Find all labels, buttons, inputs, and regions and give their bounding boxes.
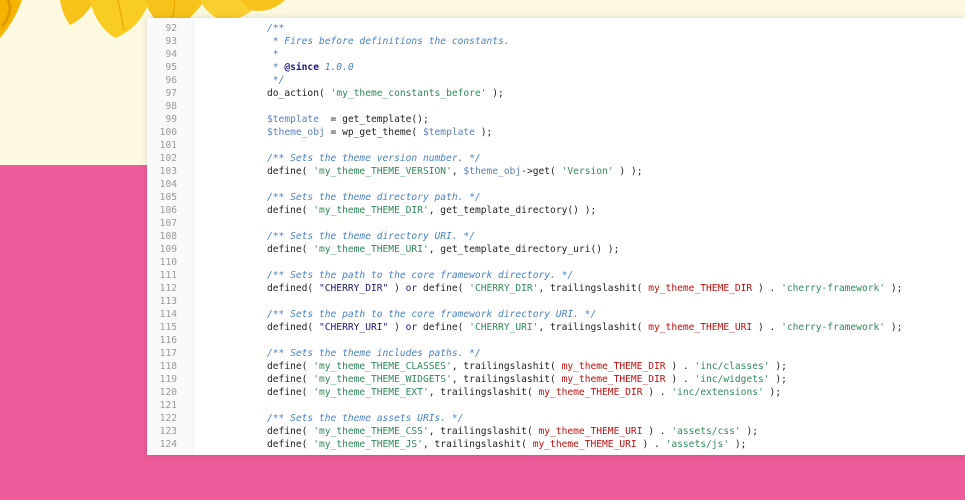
- code-text: defined( "CHERRY_DIR" ) or define( 'CHER…: [267, 283, 903, 294]
- code-line: 116: [147, 334, 965, 347]
- code-line: 119 define( 'my_theme_THEME_WIDGETS', tra…: [147, 373, 965, 386]
- code-line: 107: [147, 217, 965, 230]
- line-number: 101: [159, 140, 177, 151]
- code-line: 95 * @since 1.0.0: [147, 61, 965, 74]
- code-text: /** Sets the path to the core framework …: [267, 309, 597, 320]
- line-number: 100: [159, 127, 177, 138]
- line-number: 103: [159, 166, 177, 177]
- line-number: 112: [159, 283, 177, 294]
- code-line: 117 /** Sets the theme includes paths. */: [147, 347, 965, 360]
- code-lines: 92/** 93 * Fires before definitions the c…: [147, 22, 965, 451]
- code-text: define( 'my_theme_THEME_JS', trailingsla…: [267, 439, 747, 450]
- code-line: 99 $template = get_template();: [147, 113, 965, 126]
- line-number: 115: [159, 322, 177, 333]
- line-number: 120: [159, 387, 177, 398]
- line-number: 107: [159, 218, 177, 229]
- line-number: 106: [159, 205, 177, 216]
- code-line: 105 /** Sets the theme directory path. */: [147, 191, 965, 204]
- code-line: 96 */: [147, 74, 965, 87]
- code-line: 103 define( 'my_theme_THEME_VERSION', $th…: [147, 165, 965, 178]
- code-text: do_action( 'my_theme_constants_before' )…: [267, 88, 504, 99]
- code-line: 106 define( 'my_theme_THEME_DIR', get_tem…: [147, 204, 965, 217]
- code-line: 101: [147, 139, 965, 152]
- code-text: * @since 1.0.0: [267, 62, 354, 73]
- code-text: $theme_obj = wp_get_theme( $template );: [267, 127, 493, 138]
- line-number: 118: [159, 361, 177, 372]
- code-text: */: [267, 75, 285, 86]
- code-line: 118 define( 'my_theme_THEME_CLASSES', tra…: [147, 360, 965, 373]
- code-line: 115 defined( "CHERRY_URI" ) or define( 'C…: [147, 321, 965, 334]
- line-number: 108: [159, 231, 177, 242]
- line-number: 104: [159, 179, 177, 190]
- code-text: defined( "CHERRY_URI" ) or define( 'CHER…: [267, 322, 903, 333]
- line-number: 102: [159, 153, 177, 164]
- code-line: 123 define( 'my_theme_THEME_CSS', trailin…: [147, 425, 965, 438]
- code-text: /**: [267, 23, 285, 34]
- code-text: define( 'my_theme_THEME_DIR', get_templa…: [267, 205, 597, 216]
- code-line: 93 * Fires before definitions the consta…: [147, 35, 965, 48]
- code-line: 120 define( 'my_theme_THEME_EXT', trailin…: [147, 386, 965, 399]
- line-number: 117: [159, 348, 177, 359]
- line-number: 92: [165, 23, 177, 34]
- code-text: define( 'my_theme_THEME_EXT', trailingsl…: [267, 387, 782, 398]
- code-line: 122 /** Sets the theme assets URIs. */: [147, 412, 965, 425]
- code-text: /** Sets the theme assets URIs. */: [267, 413, 464, 424]
- code-line: 94 *: [147, 48, 965, 61]
- code-line: 92 /**: [147, 22, 965, 35]
- line-number: 122: [159, 413, 177, 424]
- code-text: define( 'my_theme_THEME_VERSION', $theme…: [267, 166, 643, 177]
- code-line: 98: [147, 100, 965, 113]
- code-line: 97 do_action( 'my_theme_constants_before'…: [147, 87, 965, 100]
- code-text: define( 'my_theme_THEME_CLASSES', traili…: [267, 361, 787, 372]
- code-line: 114 /** Sets the path to the core framewo…: [147, 308, 965, 321]
- code-text: /** Sets the theme directory path. */: [267, 192, 481, 203]
- line-number: 113: [159, 296, 177, 307]
- line-number: 94: [165, 49, 177, 60]
- line-number: 93: [165, 36, 177, 47]
- code-line: 110: [147, 256, 965, 269]
- line-number: 110: [159, 257, 177, 268]
- line-number: 109: [159, 244, 177, 255]
- line-number: 119: [159, 374, 177, 385]
- line-number: 99: [165, 114, 177, 125]
- code-text: * Fires before definitions the constants…: [267, 36, 510, 47]
- code-text: *: [267, 49, 279, 60]
- code-text: /** Sets the path to the core framework …: [267, 270, 574, 281]
- code-text: define( 'my_theme_THEME_URI', get_templa…: [267, 244, 620, 255]
- line-number: 97: [165, 88, 177, 99]
- code-line: 108 /** Sets the theme directory URI. */: [147, 230, 965, 243]
- code-text: $template = get_template();: [267, 114, 429, 125]
- code-line: 111 /** Sets the path to the core framewo…: [147, 269, 965, 282]
- code-line: 109 define( 'my_theme_THEME_URI', get_tem…: [147, 243, 965, 256]
- code-text: /** Sets the theme directory URI. */: [267, 231, 475, 242]
- code-line: 113: [147, 295, 965, 308]
- code-text: define( 'my_theme_THEME_CSS', trailingsl…: [267, 426, 758, 437]
- line-number: 98: [165, 101, 177, 112]
- code-line: 121: [147, 399, 965, 412]
- line-number: 111: [159, 270, 177, 281]
- code-text: /** Sets the theme version number. */: [267, 153, 481, 164]
- line-number: 123: [159, 426, 177, 437]
- line-number: 124: [159, 439, 177, 450]
- line-number: 95: [165, 62, 177, 73]
- line-number: 121: [159, 400, 177, 411]
- code-line: 112 defined( "CHERRY_DIR" ) or define( 'C…: [147, 282, 965, 295]
- line-number: 114: [159, 309, 177, 320]
- code-line: 102 /** Sets the theme version number. */: [147, 152, 965, 165]
- code-text: /** Sets the theme includes paths. */: [267, 348, 481, 359]
- line-number: 105: [159, 192, 177, 203]
- code-line: 124 define( 'my_theme_THEME_JS', trailing…: [147, 438, 965, 451]
- code-text: define( 'my_theme_THEME_WIDGETS', traili…: [267, 374, 787, 385]
- line-number: 96: [165, 75, 177, 86]
- code-editor[interactable]: 92/** 93 * Fires before definitions the c…: [147, 18, 965, 455]
- line-number: 116: [159, 335, 177, 346]
- code-line: 104: [147, 178, 965, 191]
- code-line: 100 $theme_obj = wp_get_theme( $template …: [147, 126, 965, 139]
